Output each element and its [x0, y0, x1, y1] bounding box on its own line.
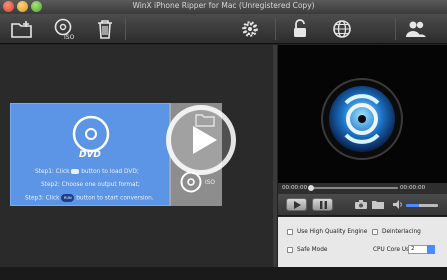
high-quality-option[interactable]: Use High Quality Engine — [287, 229, 367, 235]
account-button[interactable] — [404, 17, 428, 41]
app-logo-icon — [321, 78, 403, 160]
deinterlacing-checkbox[interactable] — [372, 229, 378, 235]
total-time: 00:00:00 — [400, 185, 426, 191]
add-folder-icon — [11, 21, 32, 38]
toolbar: ISO — [0, 14, 447, 44]
play-button[interactable] — [286, 198, 307, 211]
step1-text: Step1: Click — [35, 169, 70, 175]
delete-button[interactable] — [93, 17, 117, 41]
app-window: { "window": { "title": "WinX iPhone Ripp… — [0, 0, 447, 280]
seek-slider[interactable] — [310, 187, 398, 189]
options-panel — [278, 217, 447, 267]
users-icon — [406, 21, 426, 37]
iso-disc-icon: ISO — [54, 18, 75, 40]
cpu-core-label: CPU Core Use — [373, 247, 413, 253]
iso-label: ISO — [205, 180, 215, 186]
volume-slider[interactable] — [406, 204, 438, 207]
settings-button[interactable] — [238, 17, 262, 41]
add-folder-button[interactable] — [10, 17, 34, 41]
safe-mode-label: Safe Mode — [297, 247, 328, 253]
pause-icon — [320, 201, 327, 209]
high-quality-label: Use High Quality Engine — [297, 229, 368, 235]
dvd-disc-icon: DVD — [72, 115, 110, 158]
svg-text:ISO: ISO — [64, 34, 75, 40]
folder-icon[interactable] — [372, 200, 384, 209]
toolbar-divider — [395, 18, 396, 40]
toolbar-divider — [125, 18, 126, 40]
play-overlay-button[interactable] — [166, 105, 236, 175]
globe-icon — [333, 20, 351, 38]
panel-splitter[interactable] — [273, 45, 277, 275]
deinterlacing-option[interactable]: Deinterlacing — [372, 229, 421, 235]
window-title: WinX iPhone Ripper for Mac (Unregistered… — [132, 1, 315, 10]
step3-suffix: button to start conversion. — [76, 195, 154, 202]
web-update-button[interactable] — [330, 17, 354, 41]
instructions-panel: DVD Step1: Click button to load DVD; Ste… — [10, 103, 170, 206]
high-quality-checkbox[interactable] — [287, 229, 293, 235]
current-time: 00:00:00 — [282, 185, 308, 191]
video-preview — [278, 45, 447, 183]
chevron-down-icon[interactable] — [427, 245, 435, 254]
trash-icon — [98, 20, 112, 39]
step1-suffix: button to load DVD; — [81, 169, 139, 175]
safe-mode-checkbox[interactable] — [287, 247, 293, 253]
load-iso-button[interactable]: ISO — [52, 17, 76, 41]
dvd-inline-icon — [71, 169, 80, 174]
unlock-button[interactable] — [288, 17, 312, 41]
svg-text:DVD: DVD — [79, 150, 101, 158]
deinterlacing-label: Deinterlacing — [382, 229, 421, 235]
safe-mode-option[interactable]: Safe Mode — [287, 247, 327, 253]
bottom-strip — [0, 267, 447, 280]
unlock-icon — [294, 19, 306, 37]
toolbar-divider — [275, 18, 276, 40]
camera-icon[interactable] — [355, 200, 367, 209]
pause-button[interactable] — [312, 198, 333, 211]
gear-icon — [242, 21, 258, 37]
play-icon — [193, 126, 217, 154]
run-inline-icon: RUN — [61, 194, 75, 202]
play-icon — [294, 201, 301, 209]
speaker-icon — [393, 200, 402, 209]
seek-knob[interactable] — [308, 185, 314, 191]
step3-text: Step3: Click — [25, 195, 60, 202]
step2-text: Step2: Choose one output format; — [41, 182, 140, 188]
title-bar: WinX iPhone Ripper for Mac (Unregistered… — [0, 0, 447, 14]
